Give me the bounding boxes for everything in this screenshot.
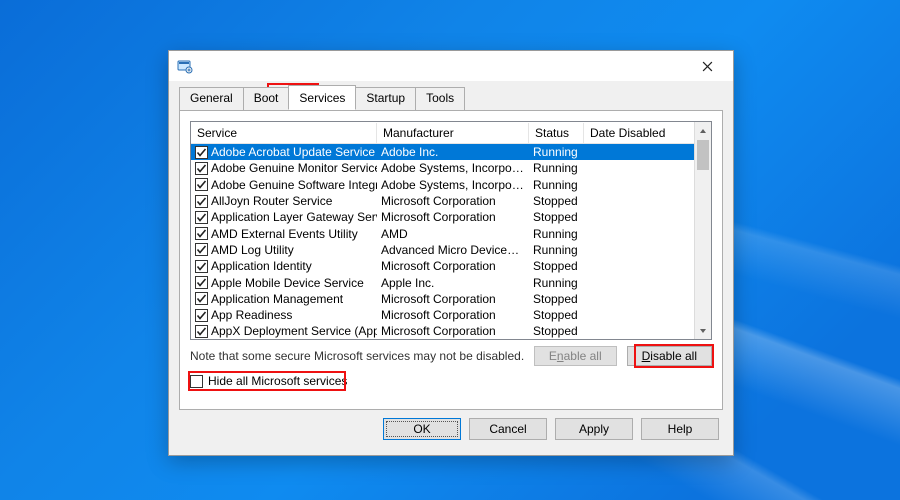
msconfig-icon [177, 58, 193, 74]
table-row[interactable]: AMD Log Utility Advanced Micro Devices, I… [191, 242, 694, 258]
row-checkbox[interactable] [195, 309, 208, 322]
status: Stopped [529, 194, 584, 208]
status: Running [529, 161, 584, 175]
scroll-thumb[interactable] [697, 140, 709, 170]
col-service[interactable]: Service [191, 123, 377, 143]
cancel-button[interactable]: Cancel [469, 418, 547, 440]
manufacturer: Microsoft Corporation [377, 194, 529, 208]
service-name: AMD Log Utility [211, 243, 294, 257]
table-row[interactable]: Application Management Microsoft Corporat… [191, 291, 694, 307]
status: Stopped [529, 308, 584, 322]
list-header[interactable]: Service Manufacturer Status Date Disable… [191, 122, 694, 144]
table-row[interactable]: Adobe Acrobat Update ServiceAdobe Inc.Ru… [191, 144, 694, 160]
service-name: Adobe Genuine Monitor Service [211, 161, 377, 175]
row-checkbox[interactable] [195, 292, 208, 305]
tab-services[interactable]: Services [288, 85, 356, 110]
table-row[interactable]: Application Identity Microsoft Corporatio… [191, 258, 694, 274]
row-checkbox[interactable] [195, 178, 208, 191]
manufacturer: Microsoft Corporation [377, 259, 529, 273]
row-checkbox[interactable] [195, 211, 208, 224]
enable-all-button[interactable]: Enable all [534, 346, 617, 366]
service-name: Adobe Genuine Software Integri... [211, 178, 377, 192]
status: Stopped [529, 259, 584, 273]
row-checkbox[interactable] [195, 325, 208, 338]
note-row: Note that some secure Microsoft services… [190, 346, 712, 366]
manufacturer: Adobe Systems, Incorpora... [377, 178, 529, 192]
status: Running [529, 178, 584, 192]
msconfig-window: General Boot Services Startup Tools Serv… [168, 50, 734, 456]
table-row[interactable]: Apple Mobile Device Service Apple Inc.Run… [191, 274, 694, 290]
services-panel: Service Manufacturer Status Date Disable… [179, 110, 723, 410]
status: Stopped [529, 292, 584, 306]
apply-button[interactable]: Apply [555, 418, 633, 440]
service-name: Application Identity [211, 259, 312, 273]
service-name: AppX Deployment Service (AppX... [211, 324, 377, 338]
manufacturer: Adobe Systems, Incorpora... [377, 161, 529, 175]
status: Running [529, 145, 584, 159]
help-button[interactable]: Help [641, 418, 719, 440]
service-name: Application Management [211, 292, 343, 306]
col-date-disabled[interactable]: Date Disabled [584, 123, 680, 143]
table-row[interactable]: Application Layer Gateway ServiceMicroso… [191, 209, 694, 225]
status: Stopped [529, 324, 584, 338]
table-row[interactable]: AMD External Events Utility AMDRunning [191, 225, 694, 241]
row-checkbox[interactable] [195, 276, 208, 289]
desktop-wallpaper: General Boot Services Startup Tools Serv… [0, 0, 900, 500]
status: Running [529, 276, 584, 290]
title-bar[interactable] [169, 51, 733, 81]
close-button[interactable] [687, 52, 727, 80]
manufacturer: Microsoft Corporation [377, 308, 529, 322]
manufacturer: Apple Inc. [377, 276, 529, 290]
status: Running [529, 243, 584, 257]
status: Stopped [529, 210, 584, 224]
tab-strip: General Boot Services Startup Tools [169, 81, 733, 110]
manufacturer: Microsoft Corporation [377, 324, 529, 338]
service-name: Apple Mobile Device Service [211, 276, 364, 290]
manufacturer: AMD [377, 227, 529, 241]
scroll-down-arrow-icon[interactable] [695, 322, 711, 339]
service-name: AMD External Events Utility [211, 227, 358, 241]
tab-boot[interactable]: Boot [243, 87, 290, 110]
service-name: App Readiness [211, 308, 292, 322]
row-checkbox[interactable] [195, 243, 208, 256]
tab-startup[interactable]: Startup [355, 87, 416, 110]
table-row[interactable]: Adobe Genuine Monitor ServiceAdobe Syste… [191, 160, 694, 176]
ok-button[interactable]: OK [383, 418, 461, 440]
note-text: Note that some secure Microsoft services… [190, 349, 534, 363]
service-name: Adobe Acrobat Update Service [211, 145, 375, 159]
vertical-scrollbar[interactable] [694, 122, 711, 339]
row-checkbox[interactable] [195, 162, 208, 175]
row-checkbox[interactable] [195, 195, 208, 208]
manufacturer: Microsoft Corporation [377, 292, 529, 306]
row-checkbox[interactable] [195, 146, 208, 159]
tab-general[interactable]: General [179, 87, 244, 110]
hide-ms-services-row: Hide all Microsoft services [190, 374, 712, 388]
service-name: AllJoyn Router Service [211, 194, 332, 208]
manufacturer: Microsoft Corporation [377, 210, 529, 224]
table-row[interactable]: App Readiness Microsoft CorporationStoppe… [191, 307, 694, 323]
scroll-up-arrow-icon[interactable] [695, 122, 711, 139]
table-row[interactable]: Adobe Genuine Software Integri...Adobe S… [191, 177, 694, 193]
row-checkbox[interactable] [195, 227, 208, 240]
manufacturer: Advanced Micro Devices, I... [377, 243, 529, 257]
hide-ms-services-label[interactable]: Hide all Microsoft services [208, 374, 347, 388]
disable-all-button[interactable]: Disable all [627, 346, 712, 366]
col-manufacturer[interactable]: Manufacturer [377, 123, 529, 143]
col-status[interactable]: Status [529, 123, 584, 143]
table-row[interactable]: AppX Deployment Service (AppX...Microsof… [191, 323, 694, 339]
manufacturer: Adobe Inc. [377, 145, 529, 159]
table-row[interactable]: AllJoyn Router Service Microsoft Corporat… [191, 193, 694, 209]
row-checkbox[interactable] [195, 260, 208, 273]
hide-ms-services-checkbox[interactable] [190, 375, 203, 388]
services-listview[interactable]: Service Manufacturer Status Date Disable… [190, 121, 712, 340]
dialog-button-row: OK Cancel Apply Help [169, 418, 733, 450]
service-name: Application Layer Gateway Service [211, 210, 377, 224]
tab-tools[interactable]: Tools [415, 87, 465, 110]
status: Running [529, 227, 584, 241]
